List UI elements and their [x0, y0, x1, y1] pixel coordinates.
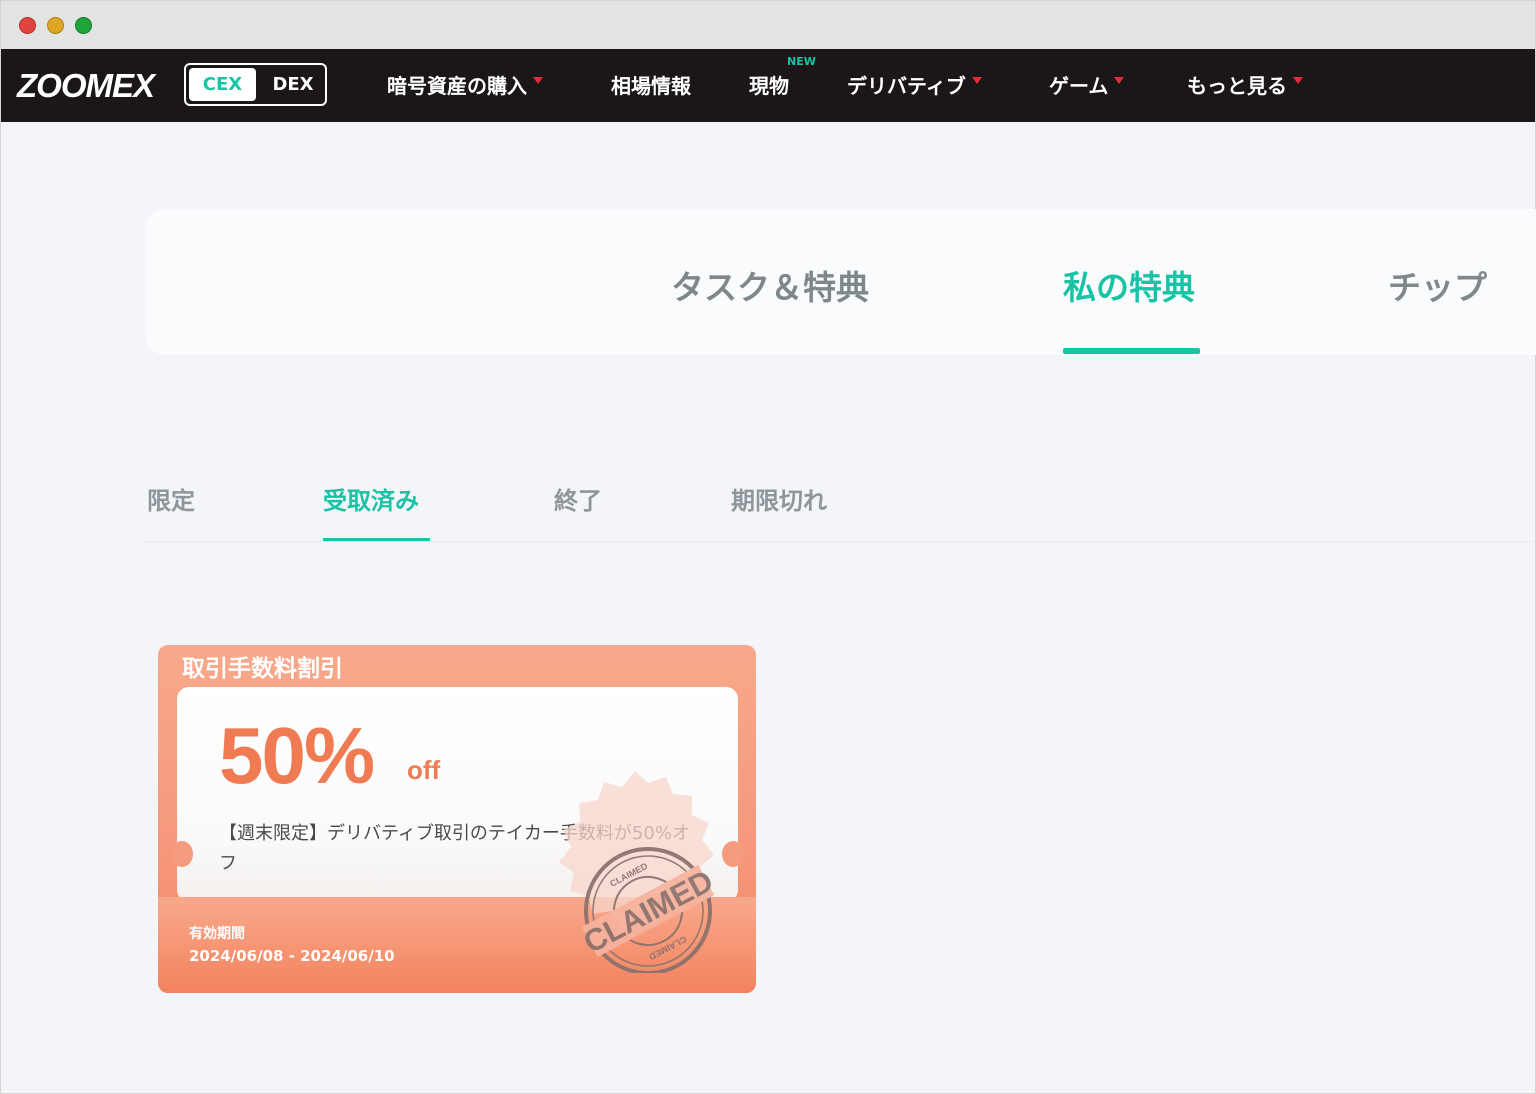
nav-item-more[interactable]: もっと見る [1187, 71, 1303, 101]
discount-off-label: off [407, 755, 441, 785]
caret-down-icon [533, 77, 543, 84]
tab-my-rewards[interactable]: 私の特典 [1063, 261, 1195, 309]
close-window-button[interactable] [19, 17, 36, 34]
coupon-title: 取引手数料割引 [182, 656, 343, 682]
caret-down-icon [1114, 77, 1125, 84]
dex-toggle[interactable]: DEX [264, 68, 322, 101]
caret-down-icon [1293, 77, 1303, 84]
cex-dex-switch: CEX DEX [184, 63, 327, 106]
valid-period-range: 2024/06/08 - 2024/06/10 [189, 947, 395, 965]
title-bar [1, 1, 1535, 49]
nav-item-label: ゲーム [1049, 74, 1109, 98]
subtab-expired[interactable]: 期限切れ [731, 481, 827, 516]
nav-item-label: 相場情報 [611, 74, 691, 98]
claimed-stamp-icon: CLAIMED CLAIMED CLAIMED [559, 771, 719, 973]
nav-item-label: 現物 [749, 74, 789, 98]
subtab-claimed[interactable]: 受取済み [323, 481, 419, 516]
subtab-ended[interactable]: 終了 [554, 481, 602, 516]
cex-toggle[interactable]: CEX [189, 68, 256, 101]
new-badge: NEW [787, 55, 816, 68]
minimize-window-button[interactable] [47, 17, 64, 34]
valid-period-label: 有効期間 [189, 926, 245, 942]
subtab-divider [146, 541, 1536, 542]
nav-item-buy-crypto[interactable]: 暗号資産の購入 [387, 71, 543, 101]
maximize-window-button[interactable] [75, 17, 92, 34]
coupon-notch-left [171, 841, 193, 867]
tab-tips[interactable]: チップ [1388, 261, 1487, 309]
nav-item-label: もっと見る [1187, 74, 1287, 98]
nav-item-spot[interactable]: 現物 [749, 71, 789, 101]
nav-item-label: 暗号資産の購入 [387, 74, 527, 98]
browser-window: ZOOMEX CEX DEX 暗号資産の購入 相場情報 NEW 現物 デリバティ… [0, 0, 1536, 1094]
subtab-limited[interactable]: 限定 [147, 481, 195, 516]
active-tab-indicator [1063, 348, 1200, 354]
discount-percent: 50% [219, 711, 375, 800]
caret-down-icon [971, 77, 982, 84]
nav-item-label: デリバティブ [847, 74, 966, 98]
zoomex-logo[interactable]: ZOOMEX [17, 67, 155, 105]
top-navigation: ZOOMEX CEX DEX 暗号資産の購入 相場情報 NEW 現物 デリバティ… [1, 49, 1535, 122]
nav-item-derivatives[interactable]: デリバティブ [847, 71, 982, 101]
tab-tasks-rewards[interactable]: タスク＆特典 [671, 261, 869, 309]
coupon-card[interactable]: 取引手数料割引 50% off 【週末限定】デリバティブ取引のテイカー手数料が5… [158, 645, 756, 993]
main-tab-bar: タスク＆特典 私の特典 チップ [146, 209, 1536, 355]
nav-item-games[interactable]: ゲーム [1049, 71, 1125, 101]
nav-item-markets[interactable]: 相場情報 [611, 71, 691, 101]
